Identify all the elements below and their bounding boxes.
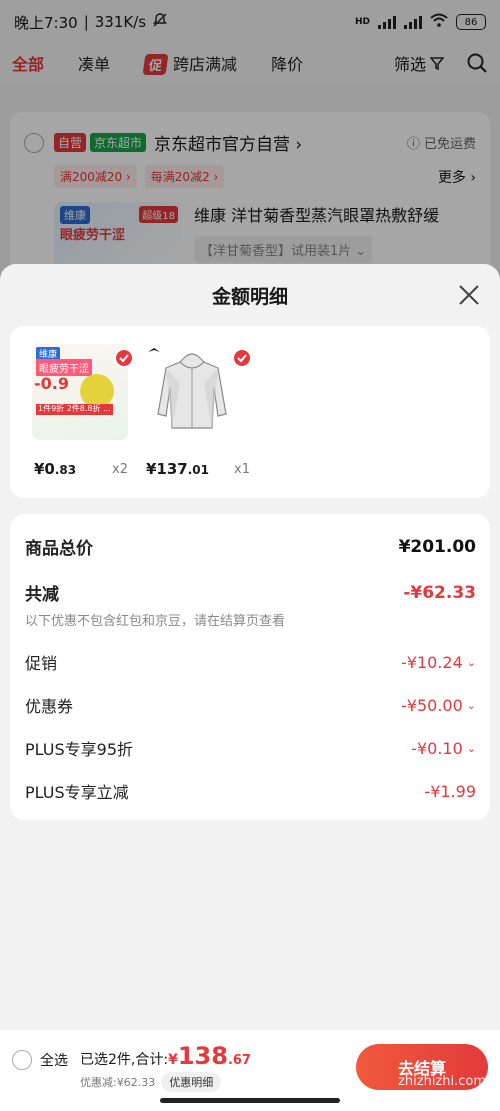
discount-row-coupon[interactable]: 优惠券 -¥50.00 ⌄ <box>25 693 476 717</box>
total-discount-row: 共减 -¥62.33 <box>25 582 476 606</box>
product-image <box>144 344 240 440</box>
selected-item[interactable]: 维康 眼疲劳干涩 -0.9 1件9折 2件8.8折 ... ¥0.83 x2 <box>32 344 134 478</box>
select-all-checkbox[interactable] <box>12 1050 32 1070</box>
selected-item[interactable]: ¥137.01 x1 <box>144 344 252 478</box>
saved-amount: 优惠减:¥62.33 优惠明细 <box>80 1072 222 1092</box>
cart-total: 已选2件,合计: ¥ 138 .67 <box>80 1042 251 1070</box>
sheet-title: 金额明细 <box>211 286 288 308</box>
chevron-down-icon: ⌄ <box>466 741 476 755</box>
total-amount: 138 <box>177 1042 228 1070</box>
jacket-icon <box>148 348 227 429</box>
total-discount-value: -¥62.33 <box>403 582 476 603</box>
select-all[interactable]: 全选 <box>12 1050 68 1070</box>
selected-items-card: 维康 眼疲劳干涩 -0.9 1件9折 2件8.8折 ... ¥0.83 x2 ¥… <box>10 326 490 498</box>
discount-row-plus-95[interactable]: PLUS专享95折 -¥0.10 ⌄ <box>25 736 476 760</box>
watermark: zhizhizhi.com <box>398 1074 486 1089</box>
discount-row-plus-reduction: PLUS专享立减 -¥1.99 <box>25 781 476 803</box>
checkmark-icon <box>114 348 134 368</box>
chevron-down-icon: ⌄ <box>466 698 476 712</box>
total-price-value: ¥201.00 <box>398 536 476 557</box>
total-price-row: 商品总价 ¥201.00 <box>25 536 476 560</box>
item-quantity: x2 <box>112 462 128 477</box>
close-icon[interactable] <box>458 284 480 306</box>
discount-detail-button[interactable]: 优惠明细 <box>161 1072 222 1092</box>
item-price: ¥0.83 <box>34 460 77 478</box>
item-price: ¥137.01 <box>146 460 210 478</box>
chevron-down-icon: ⌄ <box>466 655 476 669</box>
amount-detail-sheet: 金额明细 维康 眼疲劳干涩 -0.9 1件9折 2件8.8折 ... ¥0.83… <box>0 264 500 1030</box>
home-indicator[interactable] <box>160 1098 340 1103</box>
discount-note: 以下优惠不包含红包和京豆，请在结算页查看 <box>25 614 286 629</box>
price-summary-card: 商品总价 ¥201.00 共减 -¥62.33 以下优惠不包含红包和京豆，请在结… <box>10 514 490 820</box>
checkmark-icon <box>232 348 252 368</box>
discount-row-promotion[interactable]: 促销 -¥10.24 ⌄ <box>25 650 476 674</box>
item-quantity: x1 <box>234 462 250 477</box>
